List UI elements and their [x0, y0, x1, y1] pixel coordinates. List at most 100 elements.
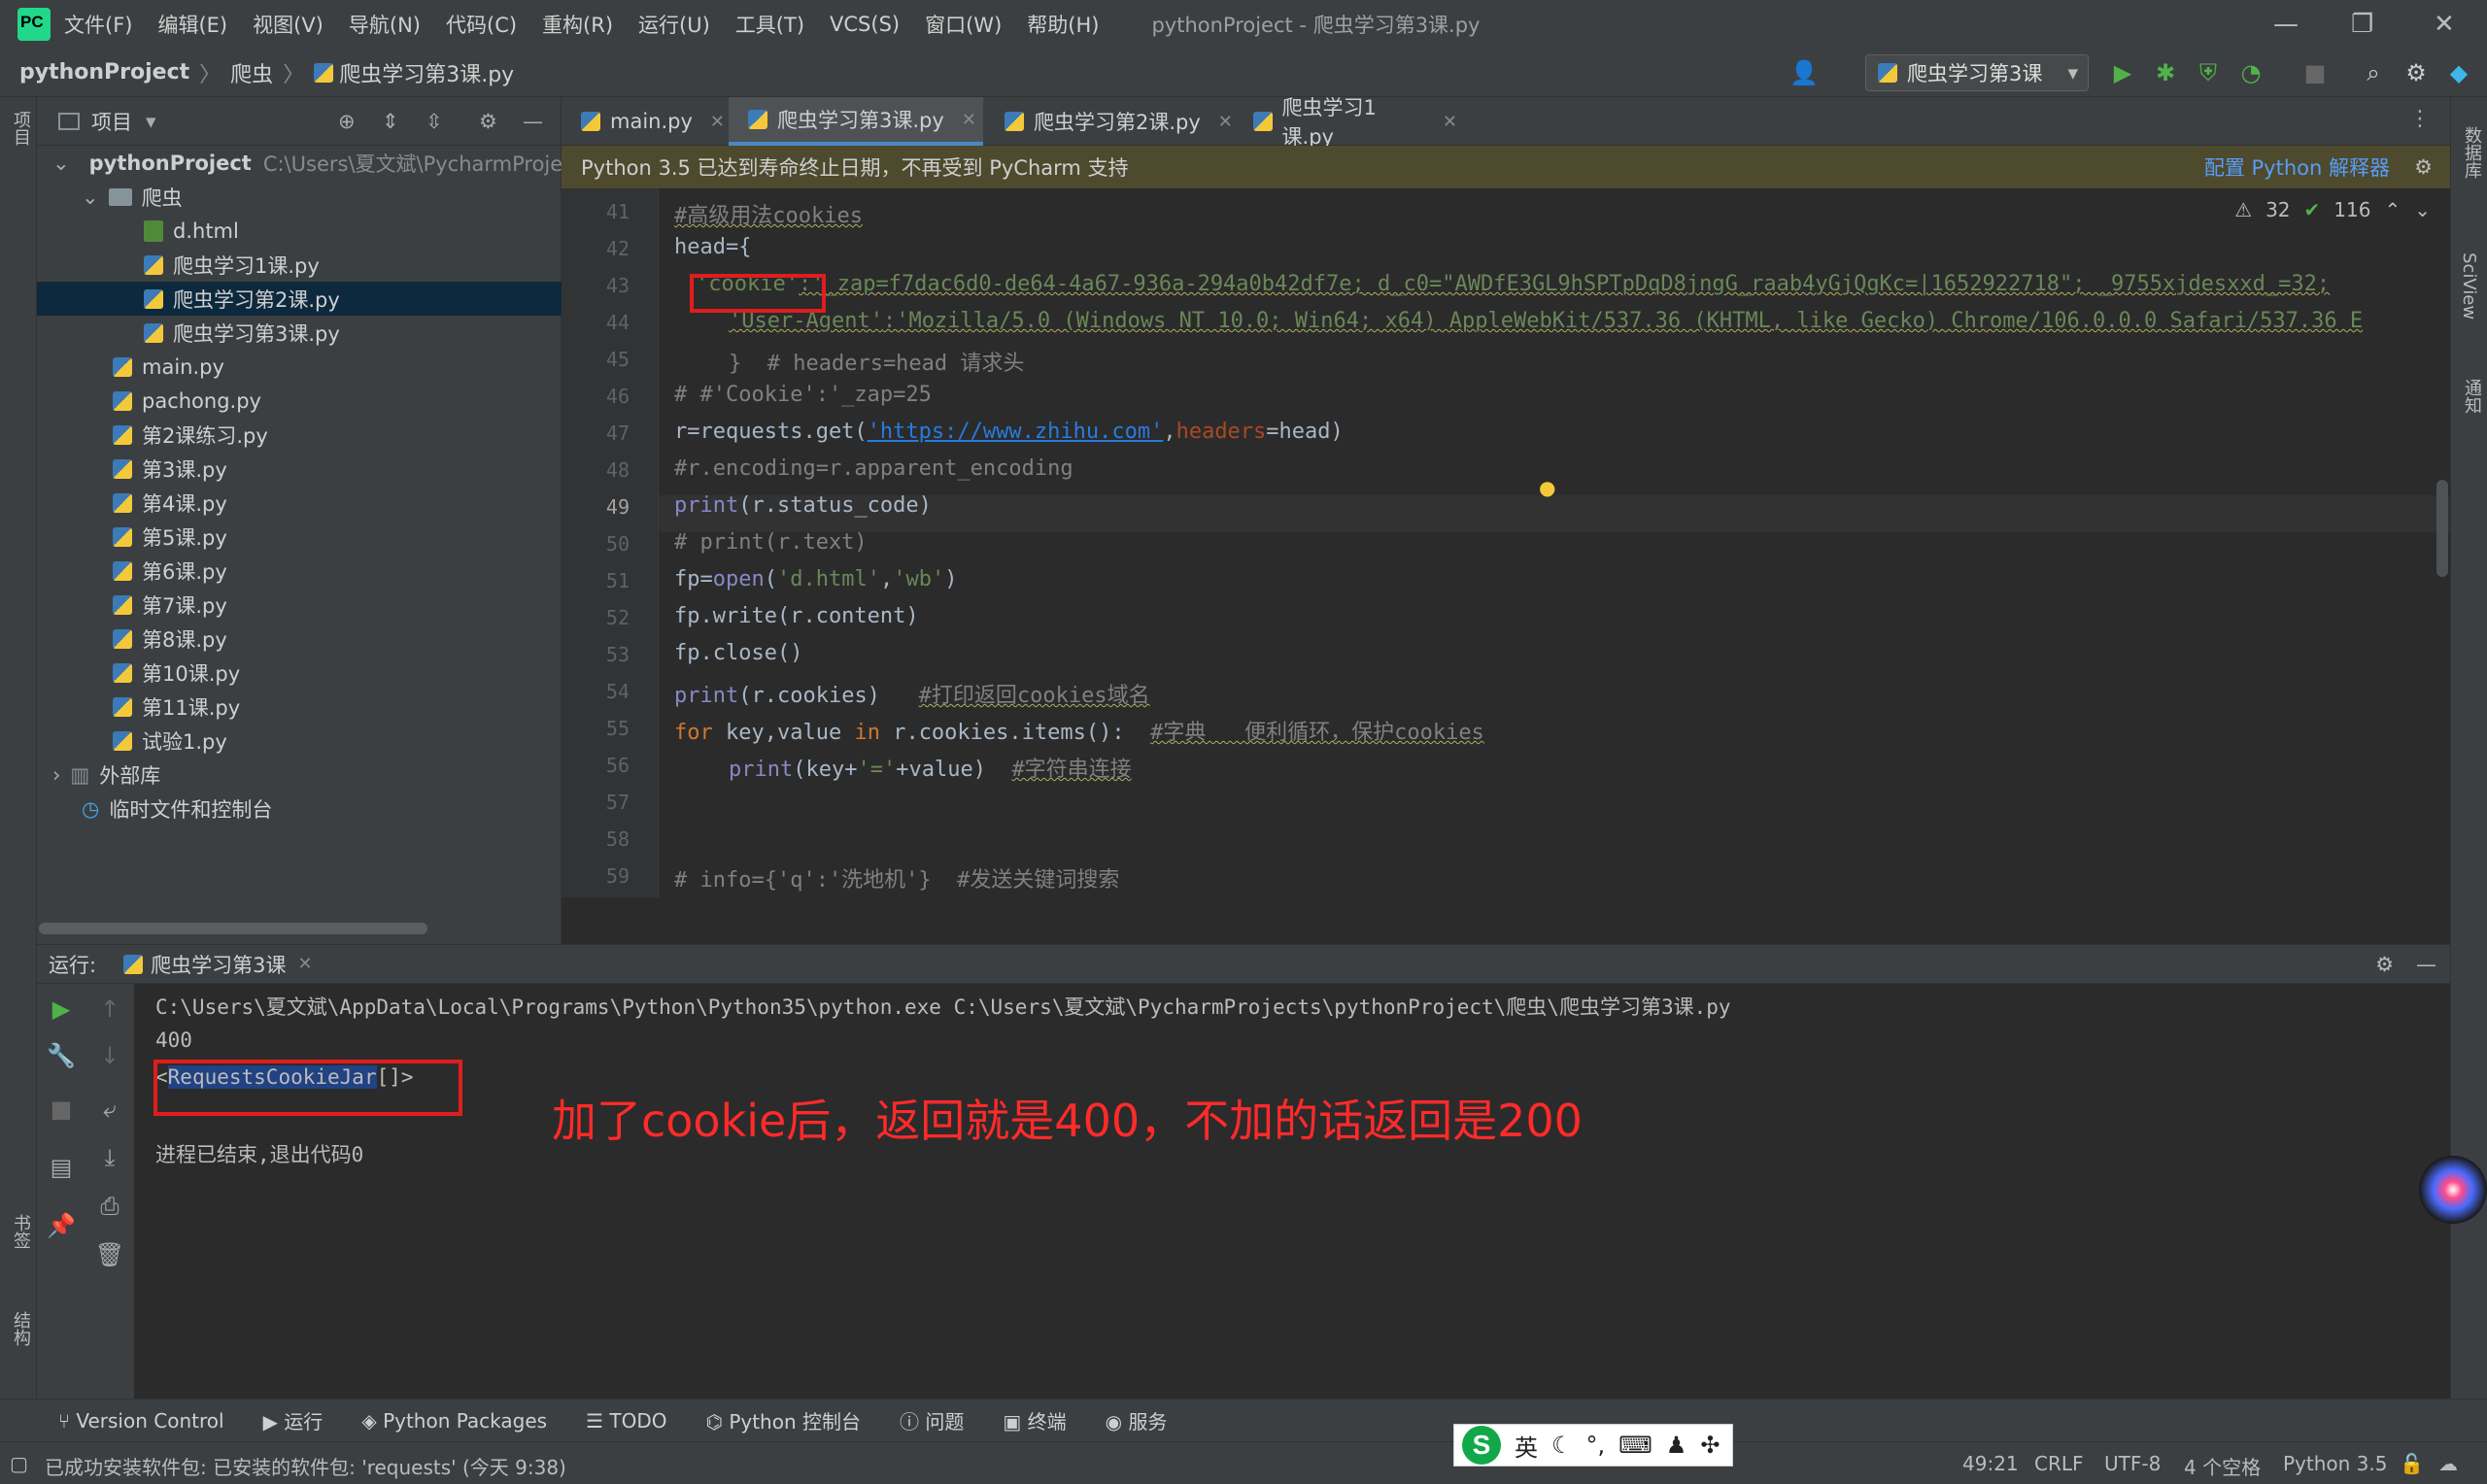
assistant-orb-icon[interactable]	[2419, 1156, 2487, 1224]
user-icon[interactable]: 👤	[1788, 56, 1821, 89]
chevron-up-icon[interactable]: ⌃	[2384, 198, 2401, 221]
status-message[interactable]: 已成功安装软件包: 已安装的软件包: 'requests' (今天 9:38)	[45, 1452, 566, 1480]
gear-icon[interactable]: ⚙	[2375, 953, 2394, 976]
settings-gear-icon[interactable]: ⚙	[2400, 56, 2433, 89]
tab-terminal[interactable]: ▣ 终端	[1003, 1406, 1066, 1434]
menu-edit[interactable]: 编辑(E)	[157, 10, 227, 39]
gear-icon[interactable]: ⚙	[2414, 155, 2433, 179]
menu-refactor[interactable]: 重构(R)	[542, 10, 613, 39]
layout-toggle-icon[interactable]: ▢	[10, 1452, 28, 1475]
tree-file[interactable]: 爬虫学习1课.py	[37, 248, 562, 282]
tab-run[interactable]: ▶ 运行	[263, 1406, 324, 1434]
stop-icon[interactable]: ■	[45, 1096, 78, 1123]
bookmarks-tool-label[interactable]: 书签	[8, 1214, 33, 1249]
tree-file[interactable]: 第8课.py	[37, 622, 562, 656]
moon-icon[interactable]: ☾	[1551, 1432, 1573, 1459]
code-editor[interactable]: 41 42 43 44 45 46 47 48 49 50 51 52 53 5…	[562, 188, 2450, 897]
inspection-widget[interactable]: ⚠ 32 ✔ 116 ⌃ ⌄	[2234, 198, 2431, 221]
tree-scratches[interactable]: ◷ 临时文件和控制台	[37, 792, 562, 826]
vertical-scrollbar[interactable]	[2436, 480, 2448, 577]
notifications-tool-label[interactable]: 通知	[2459, 379, 2484, 414]
menu-help[interactable]: 帮助(H)	[1027, 10, 1099, 39]
tree-file[interactable]: 第2课练习.py	[37, 418, 562, 452]
hide-panel-icon[interactable]: —	[523, 110, 543, 133]
tab-services[interactable]: ◉ 服务	[1106, 1406, 1168, 1434]
print-icon[interactable]: ⎙	[93, 1193, 126, 1220]
menu-window[interactable]: 窗口(W)	[925, 10, 1002, 39]
tree-file[interactable]: 第6课.py	[37, 554, 562, 588]
tab-lesson1[interactable]: 爬虫学习1课.py ✕	[1234, 96, 1457, 149]
scroll-to-end-icon[interactable]: ⤓	[93, 1144, 126, 1171]
expand-all-icon[interactable]: ⇕	[382, 110, 399, 133]
tab-python-console[interactable]: ⌬ Python 控制台	[705, 1406, 861, 1434]
interpreter-status[interactable]: Python 3.5	[2283, 1452, 2388, 1475]
notifications-icon[interactable]: ☁	[2438, 1452, 2458, 1475]
tree-folder[interactable]: ⌄ 爬虫	[37, 180, 562, 214]
tree-file[interactable]: pachong.py	[37, 384, 562, 418]
tree-file-selected[interactable]: 爬虫学习第2课.py	[37, 282, 562, 316]
file-encoding[interactable]: UTF-8	[2104, 1452, 2161, 1475]
tab-python-packages[interactable]: ◈ Python Packages	[361, 1409, 547, 1433]
close-icon[interactable]: ✕	[297, 954, 312, 974]
soft-wrap-icon[interactable]: ⤶	[93, 1096, 126, 1123]
tree-file[interactable]: main.py	[37, 350, 562, 384]
gear-icon[interactable]: ⚙	[479, 110, 497, 133]
rerun-icon[interactable]: ▶	[45, 995, 78, 1023]
sciview-tool-label[interactable]: SciView	[2459, 253, 2479, 320]
run-tab-label[interactable]: 爬虫学习第3课	[151, 950, 286, 979]
tab-main[interactable]: main.py ✕	[562, 97, 727, 146]
chevron-down-icon[interactable]: ▾	[146, 110, 156, 133]
indent-setting[interactable]: 4 个空格	[2184, 1452, 2261, 1480]
menu-tools[interactable]: 工具(T)	[735, 10, 804, 39]
close-icon[interactable]: ✕	[1218, 112, 1233, 132]
pin-icon[interactable]: 📌	[45, 1212, 78, 1239]
tab-todo[interactable]: ☰ TODO	[586, 1409, 666, 1433]
tab-lesson2[interactable]: 爬虫学习第2课.py ✕	[985, 97, 1234, 146]
coverage-icon[interactable]: ⛨	[2192, 56, 2225, 89]
close-window-icon[interactable]: ✕	[2434, 10, 2455, 39]
keyboard-icon[interactable]: ⌨	[1618, 1432, 1652, 1459]
tab-lesson3[interactable]: 爬虫学习第3课.py ✕	[729, 97, 983, 146]
menu-code[interactable]: 代码(C)	[446, 10, 517, 39]
tree-file[interactable]: 第11课.py	[37, 690, 562, 724]
search-icon[interactable]: ⌕	[2357, 56, 2390, 89]
trash-icon[interactable]: 🗑	[93, 1241, 126, 1268]
more-tabs-icon[interactable]: ⋮	[2409, 107, 2431, 131]
minimize-icon[interactable]: —	[2273, 10, 2299, 39]
tree-file[interactable]: 第4课.py	[37, 486, 562, 520]
project-tool-label[interactable]: 项目	[8, 111, 33, 146]
horizontal-scrollbar[interactable]	[39, 923, 427, 934]
chevron-down-icon[interactable]: ⌄	[2414, 198, 2431, 221]
tree-file[interactable]: 第7课.py	[37, 588, 562, 622]
collapse-all-icon[interactable]: ⇳	[426, 110, 443, 133]
tree-file[interactable]: 第5课.py	[37, 520, 562, 554]
close-icon[interactable]: ✕	[1443, 112, 1457, 132]
arrow-down-icon[interactable]: ↓	[93, 1042, 126, 1069]
breadcrumb-project[interactable]: pythonProject	[19, 60, 189, 84]
restore-icon[interactable]: ❐	[2351, 10, 2373, 39]
lightbulb-icon[interactable]: ●	[1539, 476, 1555, 499]
run-config-select[interactable]: 爬虫学习第3课 ▾	[1865, 54, 2089, 91]
tree-file[interactable]: 第10课.py	[37, 656, 562, 690]
configure-interpreter-link[interactable]: 配置 Python 解释器	[2204, 152, 2390, 182]
tree-external-libs[interactable]: › ▥ 外部库	[37, 758, 562, 792]
punctuation-icon[interactable]: °,	[1586, 1432, 1606, 1459]
tab-problems[interactable]: ⓘ 问题	[900, 1406, 964, 1434]
tab-version-control[interactable]: ⑂ Version Control	[58, 1409, 224, 1433]
menu-view[interactable]: 视图(V)	[253, 10, 324, 39]
ime-language[interactable]: 英	[1515, 1429, 1538, 1463]
debug-icon[interactable]: ✱	[2149, 56, 2182, 89]
hide-panel-icon[interactable]: —	[2416, 953, 2436, 976]
menu-run[interactable]: 运行(U)	[638, 10, 710, 39]
structure-tool-label[interactable]: 结构	[8, 1311, 33, 1346]
caret-position[interactable]: 49:21	[1962, 1452, 2019, 1475]
close-icon[interactable]: ✕	[710, 112, 725, 132]
profile-icon[interactable]: ◔	[2234, 56, 2267, 89]
wrench-icon[interactable]: 🔧	[45, 1042, 78, 1069]
menu-navigate[interactable]: 导航(N)	[349, 10, 421, 39]
stop-icon[interactable]: ■	[2299, 56, 2332, 89]
ime-toolbar[interactable]: S 英 ☾ °, ⌨ ♟ ✣	[1453, 1424, 1733, 1467]
run-icon[interactable]: ▶	[2106, 56, 2139, 89]
close-icon[interactable]: ✕	[962, 110, 976, 130]
breadcrumb-file[interactable]: 爬虫学习第3课.py	[339, 57, 514, 88]
